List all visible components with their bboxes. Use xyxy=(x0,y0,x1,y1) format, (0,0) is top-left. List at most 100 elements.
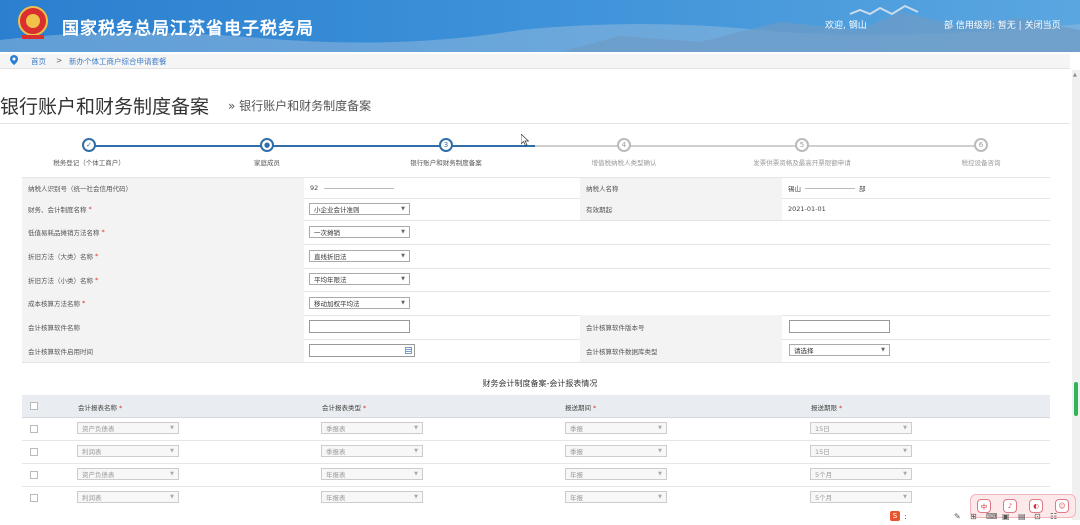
software-db-select[interactable]: 请选择 ▼ xyxy=(789,344,890,356)
breadcrumb-home[interactable]: 首页 xyxy=(31,56,46,67)
taxpayer-id-value: 92 xyxy=(310,184,319,192)
chevron-down-icon: ▼ xyxy=(658,448,662,454)
tax-emblem-icon xyxy=(18,6,48,39)
page-title: 银行账户和财务制度备案 xyxy=(0,96,210,118)
row-checkbox[interactable] xyxy=(30,494,38,502)
frame-icon[interactable]: ⊡ xyxy=(1034,512,1041,521)
chevron-down-icon: ▼ xyxy=(414,448,418,454)
grid-icon[interactable]: ⊞ xyxy=(970,512,977,521)
breadcrumb-current[interactable]: 新办个体工商户综合申请套餐 xyxy=(69,56,167,67)
taxpayer-name-label: 纳税人名称 xyxy=(580,178,782,198)
report-deadline-select[interactable]: 5个月 ▼ xyxy=(810,468,912,480)
chevron-down-icon: ▼ xyxy=(414,425,418,431)
report-name-select[interactable]: 资产负债表 ▼ xyxy=(77,422,179,434)
row-checkbox[interactable] xyxy=(30,448,38,456)
low-value-select[interactable]: 一次摊销 ▼ xyxy=(309,226,410,238)
report-period-select[interactable]: 季报 ▼ xyxy=(565,445,667,457)
chevron-down-icon: ▼ xyxy=(903,494,907,500)
step-1-label[interactable]: 税务登记（个体工商户） xyxy=(53,157,125,167)
row-checkbox[interactable] xyxy=(30,425,38,433)
step-track-todo xyxy=(535,145,981,147)
step-6-label[interactable]: 税控设备咨询 xyxy=(962,157,1001,167)
scroll-up-icon[interactable]: ▲ xyxy=(1073,72,1077,78)
software-version-label: 会计核算软件版本号 xyxy=(580,315,782,339)
row-checkbox[interactable] xyxy=(30,471,38,479)
list-icon[interactable]: ▤ xyxy=(1018,512,1026,521)
accounting-system-select[interactable]: 小企业会计准则 ▼ xyxy=(309,203,410,215)
step-6-circle: 6 xyxy=(974,138,988,152)
page-subtitle: » 银行账户和财务制度备案 xyxy=(228,99,372,113)
chevron-down-icon: ▼ xyxy=(903,471,907,477)
report-period-select[interactable]: 年报 ▼ xyxy=(565,468,667,480)
chevron-down-icon: ▼ xyxy=(170,494,174,500)
report-type-select[interactable]: 季报表 ▼ xyxy=(321,422,423,434)
software-version-input[interactable] xyxy=(789,320,890,333)
low-value-label: 低值易耗品摊销方法名称 * xyxy=(22,220,304,244)
software-name-label: 会计核算软件名称 xyxy=(22,315,304,339)
breadcrumb-separator: > xyxy=(56,56,63,65)
chevron-down-icon: ▼ xyxy=(903,448,907,454)
form-row-software-date: 会计核算软件启用时间 会计核算软件数据库类型 请选择 ▼ xyxy=(22,339,1050,363)
report-name-select[interactable]: 资产负债表 ▼ xyxy=(77,468,179,480)
window-icon[interactable]: ▣ xyxy=(1002,512,1010,521)
step-1-check-icon: ✓ xyxy=(82,138,96,152)
select-all-checkbox[interactable] xyxy=(30,402,38,410)
step-3-label[interactable]: 银行账户和财务制度备案 xyxy=(410,157,482,167)
report-deadline-select[interactable]: 15日 ▼ xyxy=(810,422,912,434)
step-track-done xyxy=(89,145,535,147)
step-2-label[interactable]: 家庭成员 xyxy=(254,157,280,167)
chevron-down-icon: ▼ xyxy=(903,425,907,431)
form-row-low-value: 低值易耗品摊销方法名称 * 一次摊销 ▼ xyxy=(22,220,1050,245)
header-report-deadline: 报送期限 * xyxy=(811,404,843,412)
menu-icon[interactable]: ☷ xyxy=(1050,512,1057,521)
software-date-input[interactable] xyxy=(309,344,415,357)
chevron-down-icon: ▼ xyxy=(881,347,885,353)
report-period-select[interactable]: 年报 ▼ xyxy=(565,491,667,503)
chevron-down-icon: ▼ xyxy=(658,494,662,500)
dep-large-select[interactable]: 直线折旧法 ▼ xyxy=(309,250,410,262)
report-type-select[interactable]: 年报表 ▼ xyxy=(321,491,423,503)
report-section-title: 财务会计制度备案-会计报表情况 xyxy=(482,379,598,388)
ime-toolbar: S : ✎ ⊞ ⌨ ▣ ▤ ⊡ ☷ xyxy=(880,508,1072,525)
step-2-lock-icon: ● xyxy=(260,138,274,152)
step-4-circle: 4 xyxy=(617,138,631,152)
calendar-icon[interactable] xyxy=(405,347,412,354)
chevron-down-icon: ▼ xyxy=(401,229,405,235)
chevron-down-icon: ▼ xyxy=(658,425,662,431)
close-page-link[interactable]: 关闭当页 xyxy=(1025,21,1061,31)
page-scrollbar[interactable]: ▲ xyxy=(1072,70,1080,520)
report-period-select[interactable]: 季报 ▼ xyxy=(565,422,667,434)
chevron-down-icon: ▼ xyxy=(401,253,405,259)
breadcrumb: 首页 > 新办个体工商户综合申请套餐 xyxy=(0,54,1070,69)
dep-small-label: 折旧方法（小类）名称 * xyxy=(22,268,304,291)
scrollbar-thumb[interactable] xyxy=(1074,382,1078,416)
keyboard-icon[interactable]: ⌨ xyxy=(986,512,998,521)
report-deadline-select[interactable]: 5个月 ▼ xyxy=(810,491,912,503)
step-5-label[interactable]: 发票供票资格及最高开票限额申请 xyxy=(753,157,851,167)
report-name-select[interactable]: 利润表 ▼ xyxy=(77,445,179,457)
dep-small-select[interactable]: 平均年限法 ▼ xyxy=(309,273,410,285)
report-type-select[interactable]: 季报表 ▼ xyxy=(321,445,423,457)
header-separator: | xyxy=(1018,21,1022,31)
ime-logo-icon[interactable]: S xyxy=(890,511,900,521)
chevron-down-icon: ▼ xyxy=(658,471,662,477)
report-name-select[interactable]: 利润表 ▼ xyxy=(77,491,179,503)
software-name-input[interactable] xyxy=(309,320,410,333)
filing-form: 纳税人识别号（统一社会信用代码） 92 纳税人名称 锡山 部 财务、会计制度名称… xyxy=(22,177,1050,363)
report-deadline-select[interactable]: 15日 ▼ xyxy=(810,445,912,457)
redacted-bar xyxy=(324,187,395,189)
header-report-period: 报送期间 * xyxy=(565,404,597,412)
taxpayer-id-cell: 92 xyxy=(304,178,580,198)
software-date-label: 会计核算软件启用时间 xyxy=(22,339,304,362)
pen-icon[interactable]: ✎ xyxy=(954,512,961,521)
report-type-select[interactable]: 年报表 ▼ xyxy=(321,468,423,480)
step-5-circle: 5 xyxy=(795,138,809,152)
chevron-down-icon: ▼ xyxy=(414,471,418,477)
step-3-circle: 3 xyxy=(439,138,453,152)
report-table-header: 会计报表名称 * 会计报表类型 * 报送期间 * 报送期限 * xyxy=(22,395,1050,418)
step-4-label[interactable]: 增值税纳税人类型确认 xyxy=(592,157,657,167)
chevron-down-icon: ▼ xyxy=(401,300,405,306)
chevron-down-icon: ▼ xyxy=(170,425,174,431)
taxpayer-id-label: 纳税人识别号（统一社会信用代码） xyxy=(22,178,304,198)
cost-method-select[interactable]: 移动加权平均法 ▼ xyxy=(309,297,410,309)
